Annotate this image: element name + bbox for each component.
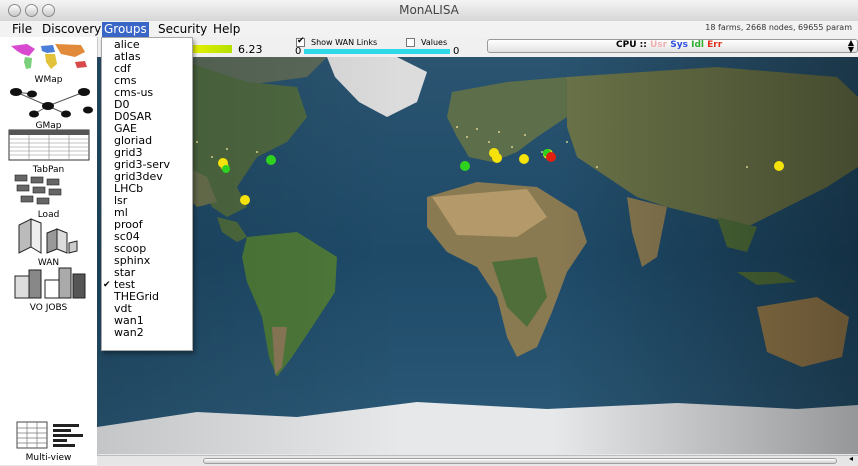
scroll-left-arrow-icon[interactable]: ◂ xyxy=(849,454,853,463)
farm-marker[interactable] xyxy=(266,155,276,165)
cpu-parameter-select[interactable]: CPU :: Usr Sys Idl Err ▲ ▼ xyxy=(487,38,858,54)
wan-scale-bar xyxy=(304,49,450,54)
checkmark-icon: ✔ xyxy=(103,280,111,290)
groups-menu-dropdown: alice atlas cdf cms cms-us D0 D0SAR GAE … xyxy=(101,37,193,351)
menu-groups[interactable]: Groups xyxy=(102,22,149,37)
scale-max: 0 xyxy=(453,46,460,57)
vo-jobs-icon xyxy=(14,267,85,299)
farm-marker[interactable] xyxy=(492,153,502,163)
menu-security[interactable]: Security xyxy=(156,22,209,37)
farm-marker[interactable] xyxy=(519,154,529,164)
scrollbar-thumb[interactable] xyxy=(203,458,837,464)
farm-marker[interactable] xyxy=(240,195,250,205)
farm-marker[interactable] xyxy=(774,161,784,171)
window-title: MonALISA xyxy=(399,3,459,17)
world-map-canvas[interactable] xyxy=(97,57,858,454)
menubar: File Discovery Groups Security Help 18 f… xyxy=(0,21,858,38)
select-arrows-icon: ▲ ▼ xyxy=(847,38,854,54)
map-horizontal-scrollbar[interactable]: ◂ xyxy=(97,454,858,466)
window-titlebar: MonALISA xyxy=(0,0,858,22)
cpu-err: Err xyxy=(707,40,723,50)
sidebar-item-load[interactable]: Load xyxy=(0,171,97,220)
farm-marker[interactable] xyxy=(222,165,230,173)
scale-min: 0 xyxy=(295,46,302,57)
status-summary: 18 farms, 2668 nodes, 69655 param xyxy=(705,23,852,32)
sidebar-item-vo-jobs[interactable]: VO JOBS xyxy=(0,262,97,313)
world-map-icon xyxy=(10,44,87,69)
metric-value: 6.23 xyxy=(238,43,263,56)
show-wan-label: Show WAN Links xyxy=(311,38,378,47)
menu-discovery[interactable]: Discovery xyxy=(40,22,103,37)
view-sidebar: WMap GMap TabPan Load WAN VO JOBS Multi-… xyxy=(0,37,98,465)
cpu-sys: Sys xyxy=(670,40,688,50)
multi-view-icon xyxy=(16,421,83,449)
farm-marker[interactable] xyxy=(460,161,470,171)
menu-help[interactable]: Help xyxy=(211,22,242,37)
metric-gradient-bar xyxy=(190,45,232,53)
cpu-idl: Idl xyxy=(691,40,704,50)
values-label: Values xyxy=(421,38,448,47)
sidebar-item-wmap[interactable]: WMap xyxy=(0,40,97,85)
farm-marker[interactable] xyxy=(546,152,556,162)
table-panel-icon xyxy=(8,129,89,161)
sidebar-item-multi-view[interactable]: Multi-view xyxy=(0,420,97,463)
sidebar-item-wan[interactable]: WAN xyxy=(0,217,97,268)
sidebar-label-multi-view: Multi-view xyxy=(25,453,72,463)
graph-map-icon xyxy=(9,88,93,118)
sidebar-label-vo-jobs: VO JOBS xyxy=(29,303,68,313)
wan-icon xyxy=(18,218,77,254)
world-map-view[interactable] xyxy=(97,57,858,454)
cpu-label: CPU :: xyxy=(616,40,647,50)
cpu-usr: Usr xyxy=(649,40,668,50)
sidebar-item-tabpan[interactable]: TabPan xyxy=(0,128,97,175)
groups-menu-item-wan2[interactable]: wan2 xyxy=(102,327,192,339)
load-icon xyxy=(14,174,61,205)
values-checkbox[interactable] xyxy=(406,38,415,47)
menu-file[interactable]: File xyxy=(10,22,34,37)
sidebar-item-gmap[interactable]: GMap xyxy=(0,84,97,131)
menu-item-label: wan2 xyxy=(114,326,144,339)
